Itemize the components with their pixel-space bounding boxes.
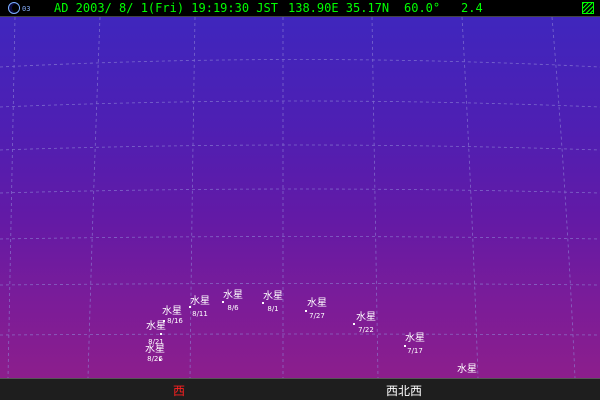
grid-line [551, 17, 576, 378]
grid-line [461, 17, 479, 378]
grid-line [0, 59, 600, 68]
grid-line [0, 283, 600, 286]
status-bar: 03 AD 2003/ 8/ 1(Fri) 19:19:30 JST 138.9… [0, 0, 600, 17]
grid-line [87, 17, 101, 378]
horizon-direction-bar: 西 西北西 [0, 378, 600, 400]
location-readout: 138.90E 35.17N [288, 1, 390, 15]
fov-readout: 60.0° [404, 1, 441, 15]
direction-west: 西 [172, 384, 186, 398]
mercury-label-7-17[interactable]: 水星 7/17 [405, 333, 425, 355]
mercury-label-8-16[interactable]: 水星 8/16 [161, 306, 183, 325]
mercury-label[interactable]: 水星 [457, 364, 477, 375]
mercury-label-8-1[interactable]: 水星 8/1 [263, 291, 283, 313]
grid-line [0, 144, 600, 151]
grid-line [0, 100, 600, 108]
mercury-label-8-26[interactable]: 水星 8/26 [145, 344, 165, 363]
menu-icon[interactable] [582, 2, 594, 14]
planetarium-window: 03 AD 2003/ 8/ 1(Fri) 19:19:30 JST 138.9… [0, 0, 600, 400]
grid-line [0, 188, 600, 194]
sky-view[interactable]: 水星 8/26 水星 8/21 水星 8/16 水星 8/11 水星 8/6 水… [0, 17, 600, 378]
grid-line [0, 333, 600, 336]
mercury-label-8-11[interactable]: 水星 8/11 [190, 296, 210, 318]
datetime-readout: AD 2003/ 8/ 1(Fri) 19:19:30 JST [54, 1, 278, 15]
magnitude-readout: 2.4 [461, 1, 483, 15]
mercury-label-7-27[interactable]: 水星 7/27 [307, 298, 327, 320]
moon-phase-icon [8, 2, 20, 14]
mercury-label-7-22[interactable]: 水星 7/22 [356, 312, 376, 334]
grid-line [7, 17, 16, 378]
coordinate-grid [0, 17, 600, 378]
direction-west-northwest: 西北西 [385, 384, 423, 398]
moon-age: 03 [22, 5, 31, 13]
grid-line [189, 17, 196, 378]
mercury-marker [353, 323, 355, 325]
mercury-label-8-6[interactable]: 水星 8/6 [223, 290, 243, 312]
grid-line [0, 236, 600, 240]
